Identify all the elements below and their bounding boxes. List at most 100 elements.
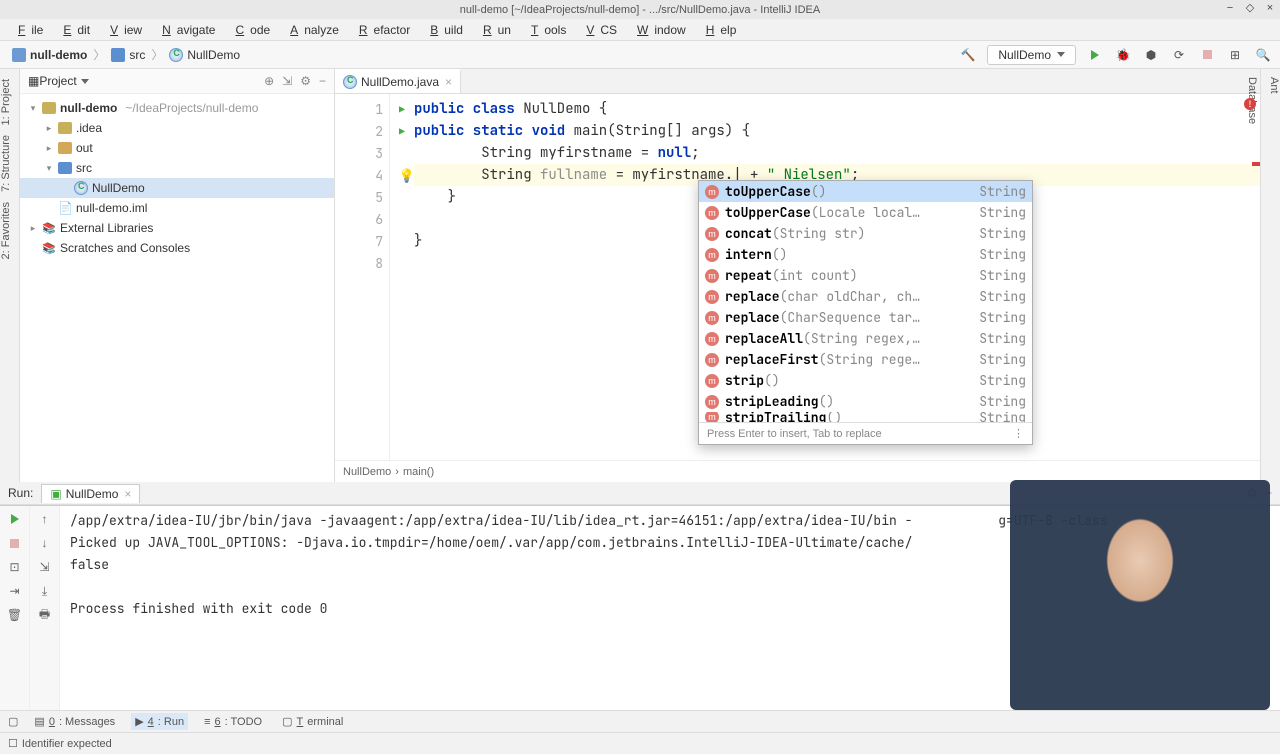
- rerun-icon[interactable]: [6, 510, 24, 528]
- dump-icon[interactable]: ⊡: [6, 558, 24, 576]
- menu-view[interactable]: View: [98, 21, 148, 39]
- scroll-icon[interactable]: ⤓: [36, 582, 54, 600]
- run-tool-column-1: ⊡ ⇥ 🗑: [0, 506, 30, 710]
- tool-window-tab[interactable]: ▢Terminal: [278, 713, 347, 730]
- menu-edit[interactable]: Edit: [51, 21, 96, 39]
- exit-icon[interactable]: ⇥: [6, 582, 24, 600]
- profile-button[interactable]: ⟳: [1170, 46, 1188, 64]
- side-tab[interactable]: Ant: [1268, 77, 1280, 482]
- error-stripe[interactable]: [1252, 162, 1260, 166]
- locate-icon[interactable]: ⊕: [264, 74, 274, 88]
- completion-item[interactable]: mconcat(String str)String: [699, 223, 1032, 244]
- stop-icon[interactable]: [6, 534, 24, 552]
- side-tab[interactable]: 2: Favorites: [0, 202, 19, 259]
- menu-navigate[interactable]: Navigate: [150, 21, 221, 39]
- side-tab[interactable]: 1: Project: [0, 79, 19, 125]
- navigation-bar: null-demo 〉 src 〉 NullDemo 🔨 NullDemo 🐞 …: [0, 41, 1280, 69]
- settings-icon[interactable]: ⚙: [300, 74, 311, 88]
- menu-analyze[interactable]: Analyze: [278, 21, 345, 39]
- menu-code[interactable]: Code: [223, 21, 276, 39]
- minimize-button[interactable]: −: [1224, 2, 1236, 14]
- run-button[interactable]: [1086, 46, 1104, 64]
- breadcrumb-file[interactable]: NullDemo: [165, 46, 244, 64]
- crumb-class[interactable]: NullDemo: [343, 466, 391, 478]
- tw-toggle[interactable]: ▢: [8, 715, 18, 728]
- side-tab[interactable]: 7: Structure: [0, 135, 19, 192]
- print-icon[interactable]: 🖶: [36, 606, 54, 624]
- close-button[interactable]: ×: [1264, 2, 1276, 14]
- menu-vcs[interactable]: VCS: [574, 21, 623, 39]
- project-tool-window: ▦ Project ⊕ ⇲ ⚙ − ▾null-demo~/IdeaProjec…: [20, 69, 335, 482]
- hide-icon[interactable]: −: [319, 74, 326, 88]
- search-icon[interactable]: 🔍: [1254, 46, 1272, 64]
- java-icon: [343, 75, 357, 89]
- breadcrumb-folder[interactable]: src: [107, 46, 149, 64]
- status-icon: ☐: [8, 737, 18, 750]
- tree-row[interactable]: ▸out: [20, 138, 334, 158]
- status-bar: ☐ Identifier expected: [0, 732, 1280, 754]
- tool-windows-bar: ▢ ▤0: Messages ▶4: Run ≡6: TODO ▢Terminal: [0, 710, 1280, 732]
- status-message: Identifier expected: [22, 738, 112, 750]
- completion-item[interactable]: mstrip()String: [699, 370, 1032, 391]
- up-icon[interactable]: ↑: [36, 510, 54, 528]
- menu-build[interactable]: Build: [418, 21, 469, 39]
- project-panel-title: Project: [39, 74, 76, 88]
- right-tool-strip: AntDatabase: [1260, 69, 1280, 482]
- trash-icon[interactable]: 🗑: [6, 606, 24, 624]
- editor-tab-label: NullDemo.java: [361, 75, 439, 89]
- maximize-button[interactable]: ◇: [1244, 2, 1256, 14]
- completion-item[interactable]: mreplace(char oldChar, ch…String: [699, 286, 1032, 307]
- completion-item[interactable]: mreplace(CharSequence tar…String: [699, 307, 1032, 328]
- collapse-icon[interactable]: ⇲: [282, 74, 292, 88]
- completion-item[interactable]: mrepeat(int count)String: [699, 265, 1032, 286]
- menu-file[interactable]: File: [6, 21, 49, 39]
- debug-button[interactable]: 🐞: [1114, 46, 1132, 64]
- tool-window-tab[interactable]: ≡6: TODO: [200, 714, 266, 730]
- tree-row[interactable]: ▸External Libraries: [20, 218, 334, 238]
- coverage-button[interactable]: ⬢: [1142, 46, 1160, 64]
- tree-row[interactable]: NullDemo: [20, 178, 334, 198]
- webcam-overlay: [1010, 480, 1270, 710]
- editor-breadcrumb: NullDemo › main(): [335, 460, 1260, 482]
- completion-item[interactable]: mtoUpperCase(Locale local…String: [699, 202, 1032, 223]
- error-indicator[interactable]: !: [1244, 98, 1256, 110]
- completion-more-icon[interactable]: ⋮: [1013, 427, 1024, 440]
- completion-item[interactable]: mstripLeading()String: [699, 391, 1032, 412]
- crumb-method[interactable]: main(): [403, 466, 434, 478]
- editor-gutter: 1▶2▶34💡5678: [335, 94, 390, 460]
- tree-row[interactable]: 📄null-demo.iml: [20, 198, 334, 218]
- tool-window-tab[interactable]: ▶4: Run: [131, 713, 188, 730]
- menu-window[interactable]: Window: [625, 21, 692, 39]
- tool-window-tab[interactable]: ▤0: Messages: [30, 713, 119, 730]
- project-tree[interactable]: ▾null-demo~/IdeaProjects/null-demo▸.idea…: [20, 94, 334, 262]
- tree-row[interactable]: ▾null-demo~/IdeaProjects/null-demo: [20, 98, 334, 118]
- build-icon[interactable]: 🔨: [959, 46, 977, 64]
- wrap-icon[interactable]: ⇲: [36, 558, 54, 576]
- menu-refactor[interactable]: Refactor: [347, 21, 416, 39]
- tree-row[interactable]: Scratches and Consoles: [20, 238, 334, 258]
- tree-row[interactable]: ▸.idea: [20, 118, 334, 138]
- structure-icon[interactable]: ⊞: [1226, 46, 1244, 64]
- down-icon[interactable]: ↓: [36, 534, 54, 552]
- completion-item[interactable]: mtoUpperCase()String: [699, 181, 1032, 202]
- code-completion-popup[interactable]: mtoUpperCase()StringmtoUpperCase(Locale …: [698, 180, 1033, 445]
- window-titlebar: null-demo [~/IdeaProjects/null-demo] - .…: [0, 0, 1280, 19]
- completion-item[interactable]: mreplaceAll(String regex,…String: [699, 328, 1032, 349]
- completion-hint: Press Enter to insert, Tab to replace ⋮: [699, 422, 1032, 444]
- menu-tools[interactable]: Tools: [519, 21, 572, 39]
- editor-tab-nulldemo[interactable]: NullDemo.java ×: [335, 69, 461, 93]
- run-panel-tab[interactable]: ▣NullDemo×: [41, 484, 140, 503]
- window-title: null-demo [~/IdeaProjects/null-demo] - .…: [460, 4, 820, 16]
- menu-bar: FileEditViewNavigateCodeAnalyzeRefactorB…: [0, 19, 1280, 41]
- menu-run[interactable]: Run: [471, 21, 517, 39]
- breadcrumb-project[interactable]: null-demo: [8, 46, 91, 64]
- tab-close-icon[interactable]: ×: [445, 75, 452, 89]
- run-panel-title: Run:: [8, 486, 33, 500]
- left-tool-strip: 1: Project 7: Structure 2: Favorites: [0, 69, 20, 482]
- run-config-selector[interactable]: NullDemo: [987, 45, 1076, 65]
- completion-item[interactable]: mreplaceFirst(String rege…String: [699, 349, 1032, 370]
- menu-help[interactable]: Help: [694, 21, 743, 39]
- stop-button[interactable]: [1198, 46, 1216, 64]
- tree-row[interactable]: ▾src: [20, 158, 334, 178]
- completion-item[interactable]: mintern()String: [699, 244, 1032, 265]
